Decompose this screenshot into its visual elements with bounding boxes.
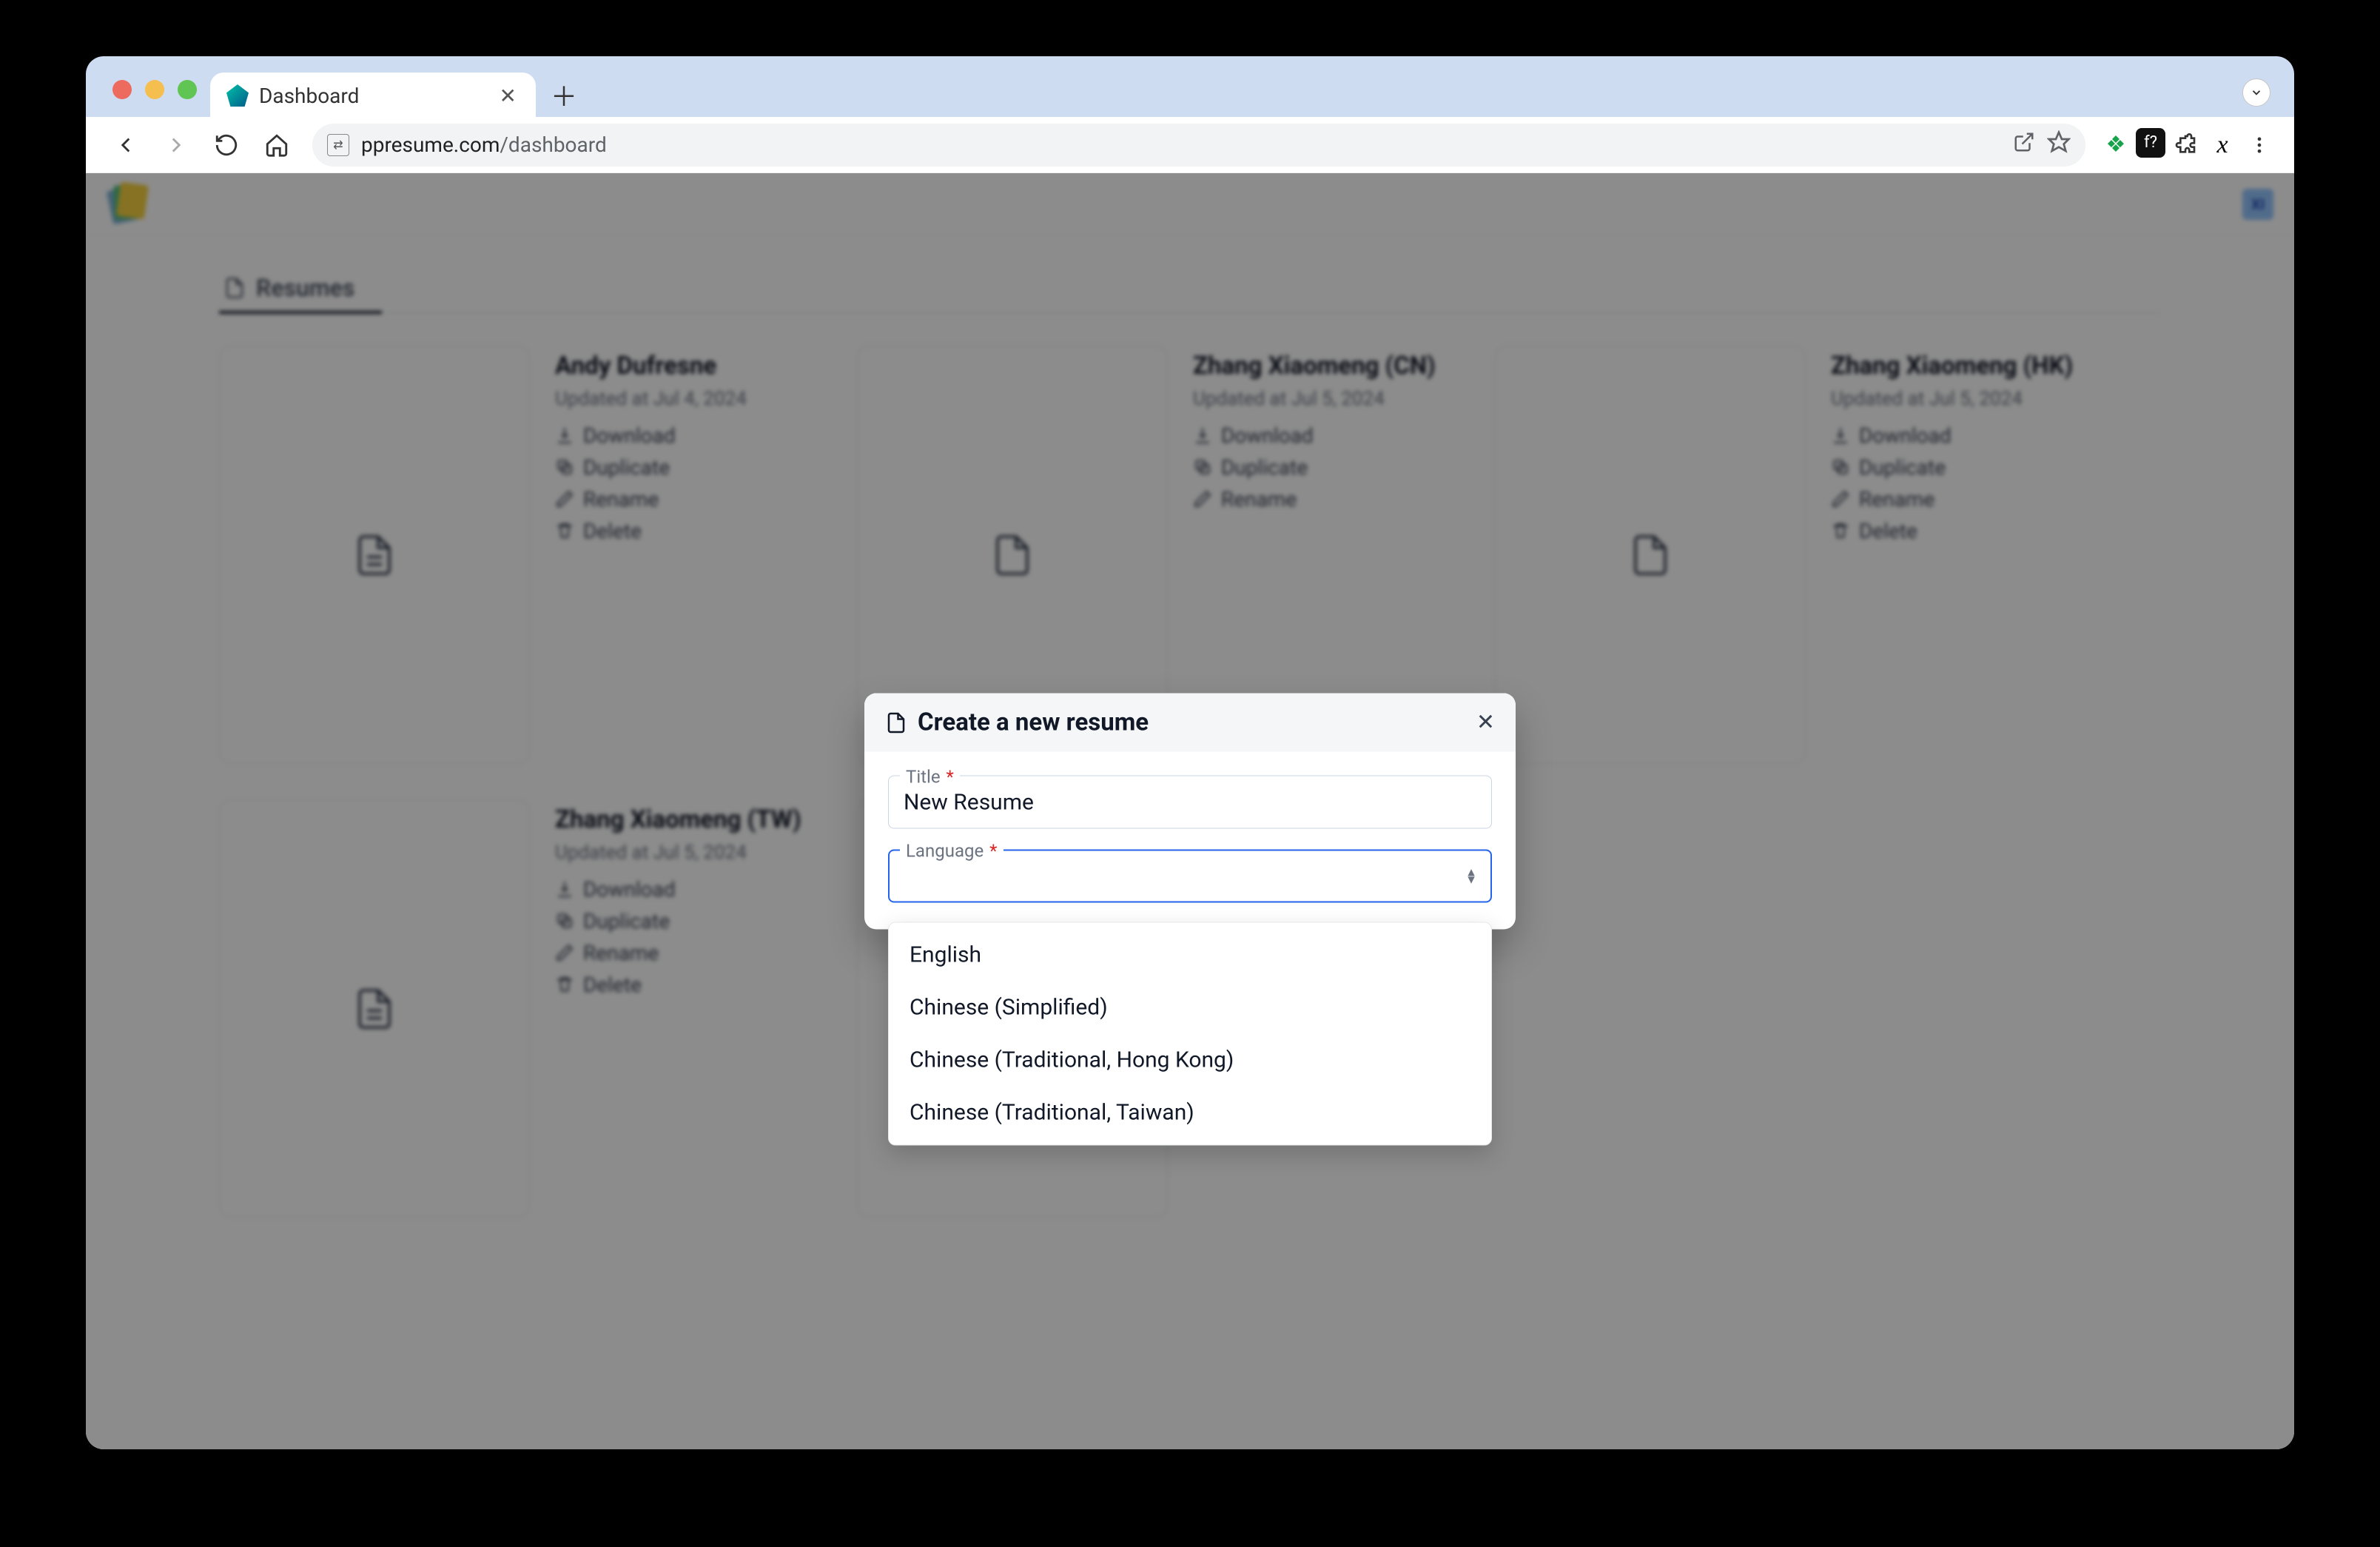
title-field: Title *: [888, 776, 1492, 829]
window-controls: [104, 80, 210, 117]
tab-title: Dashboard: [259, 84, 489, 108]
extension-x-icon[interactable]: x: [2205, 128, 2239, 162]
extension-leaf-icon[interactable]: ❖: [2099, 128, 2133, 162]
chevron-down-icon: [2250, 86, 2263, 99]
window-close-button[interactable]: [112, 80, 132, 99]
tab-strip: Dashboard ✕ ＋: [86, 56, 2294, 117]
extensions-puzzle-icon[interactable]: [2168, 128, 2202, 162]
browser-menu-button[interactable]: [2242, 128, 2276, 162]
window-minimize-button[interactable]: [145, 80, 164, 99]
language-option[interactable]: Chinese (Traditional, Taiwan): [889, 1087, 1491, 1139]
modal-close-button[interactable]: ✕: [1476, 710, 1495, 736]
language-option[interactable]: Chinese (Traditional, Hong Kong): [889, 1034, 1491, 1087]
url-domain: ppresume.com: [361, 132, 500, 157]
browser-tab[interactable]: Dashboard ✕: [210, 73, 536, 118]
home-button[interactable]: [255, 127, 299, 163]
url-path: /dashboard: [500, 132, 606, 157]
url-bar[interactable]: ⇄ ppresume.com/dashboard: [312, 124, 2085, 167]
title-label: Title *: [900, 767, 960, 788]
browser-toolbar: ⇄ ppresume.com/dashboard ❖ f? x: [86, 117, 2294, 173]
modal-header: Create a new resume ✕: [864, 694, 1516, 752]
open-external-icon[interactable]: [2013, 131, 2035, 158]
select-arrows-icon[interactable]: ▲▼: [1465, 869, 1477, 884]
document-icon: [885, 711, 907, 734]
language-option[interactable]: Chinese (Simplified): [889, 981, 1491, 1034]
back-button[interactable]: [104, 127, 148, 163]
create-resume-modal: Create a new resume ✕ Title * Language *…: [864, 694, 1516, 930]
site-settings-icon[interactable]: ⇄: [327, 134, 349, 156]
language-field: Language * ▲▼: [888, 850, 1492, 903]
language-option[interactable]: English: [889, 929, 1491, 981]
bookmark-icon[interactable]: [2047, 130, 2071, 159]
tab-favicon-icon: [226, 84, 249, 107]
title-input[interactable]: [888, 776, 1492, 829]
forward-button[interactable]: [154, 127, 198, 163]
window-zoom-button[interactable]: [178, 80, 197, 99]
reload-button[interactable]: [204, 127, 249, 163]
extension-code-icon[interactable]: f?: [2136, 128, 2165, 158]
extensions: ❖ f? x: [2099, 128, 2276, 162]
browser-window: Dashboard ✕ ＋ ⇄ ppresume.com/dashboard: [86, 56, 2294, 1449]
modal-title: Create a new resume: [918, 708, 1149, 737]
tabs-dropdown-button[interactable]: [2242, 78, 2270, 107]
tab-close-button[interactable]: ✕: [500, 84, 517, 108]
language-label: Language *: [900, 841, 1004, 862]
modal-body: Title * Language * ▲▼: [864, 752, 1516, 930]
language-dropdown: English Chinese (Simplified) Chinese (Tr…: [888, 922, 1492, 1146]
new-tab-button[interactable]: ＋: [546, 77, 582, 113]
viewport: XI Resumes: [86, 173, 2294, 1449]
